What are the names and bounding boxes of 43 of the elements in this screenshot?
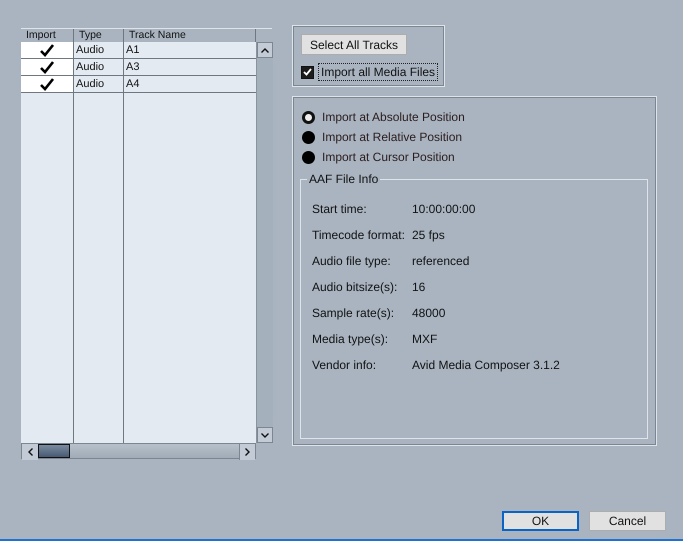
radio-label[interactable]: Import at Relative Position [322,130,462,144]
select-all-button[interactable]: Select All Tracks [301,34,407,55]
chevron-left-icon[interactable] [28,448,32,456]
info-label: Start time: [312,202,368,218]
scroll-thumb[interactable] [38,444,70,458]
checkmark-icon[interactable] [40,60,54,74]
table-cell: Audio [74,42,124,58]
checkbox-label[interactable]: Import all Media Files [318,63,438,81]
chevron-down-icon [261,432,269,438]
chevron-up-icon [261,48,269,52]
table-cell: Audio [74,76,124,92]
radio-label[interactable]: Import at Absolute Position [322,110,465,124]
checkbox[interactable] [301,66,314,78]
info-value: 25 fps [412,228,445,244]
chevron-right-icon[interactable] [245,448,250,456]
info-label: Vendor info: [312,358,378,374]
info-label: Media type(s): [312,332,390,348]
horizontal-scrollbar[interactable] [21,443,256,459]
radio-label[interactable]: Import at Cursor Position [322,150,455,164]
table-cell-text: A1 [125,43,140,58]
info-label: Audio file type: [312,254,392,270]
info-label: Audio bitsize(s): [312,280,398,296]
info-value: 16 [412,280,426,296]
radio-button[interactable] [302,130,315,144]
info-value: referenced [412,254,470,270]
table-cell: Audio [74,59,124,75]
radio-button[interactable] [302,110,315,124]
radio-button[interactable] [302,150,315,164]
info-label: Timecode format: [312,228,406,244]
scroll-up-button[interactable] [257,42,273,58]
cancel-button[interactable]: Cancel [589,511,666,531]
info-label: Sample rate(s): [312,306,396,322]
group-title: AAF File Info [307,172,380,186]
checkmark-icon[interactable] [40,78,54,90]
ok-button[interactable]: OK [502,511,579,531]
info-value: 48000 [412,306,446,322]
info-value: 10:00:00:00 [412,202,476,218]
table-cell-text: A3 [125,60,140,75]
scroll-down-button[interactable] [257,427,273,443]
info-value: Avid Media Composer 3.1.2 [412,358,560,374]
table-cell-text: A4 [125,77,140,92]
info-value: MXF [412,332,438,348]
checkmark-icon[interactable] [40,44,54,56]
